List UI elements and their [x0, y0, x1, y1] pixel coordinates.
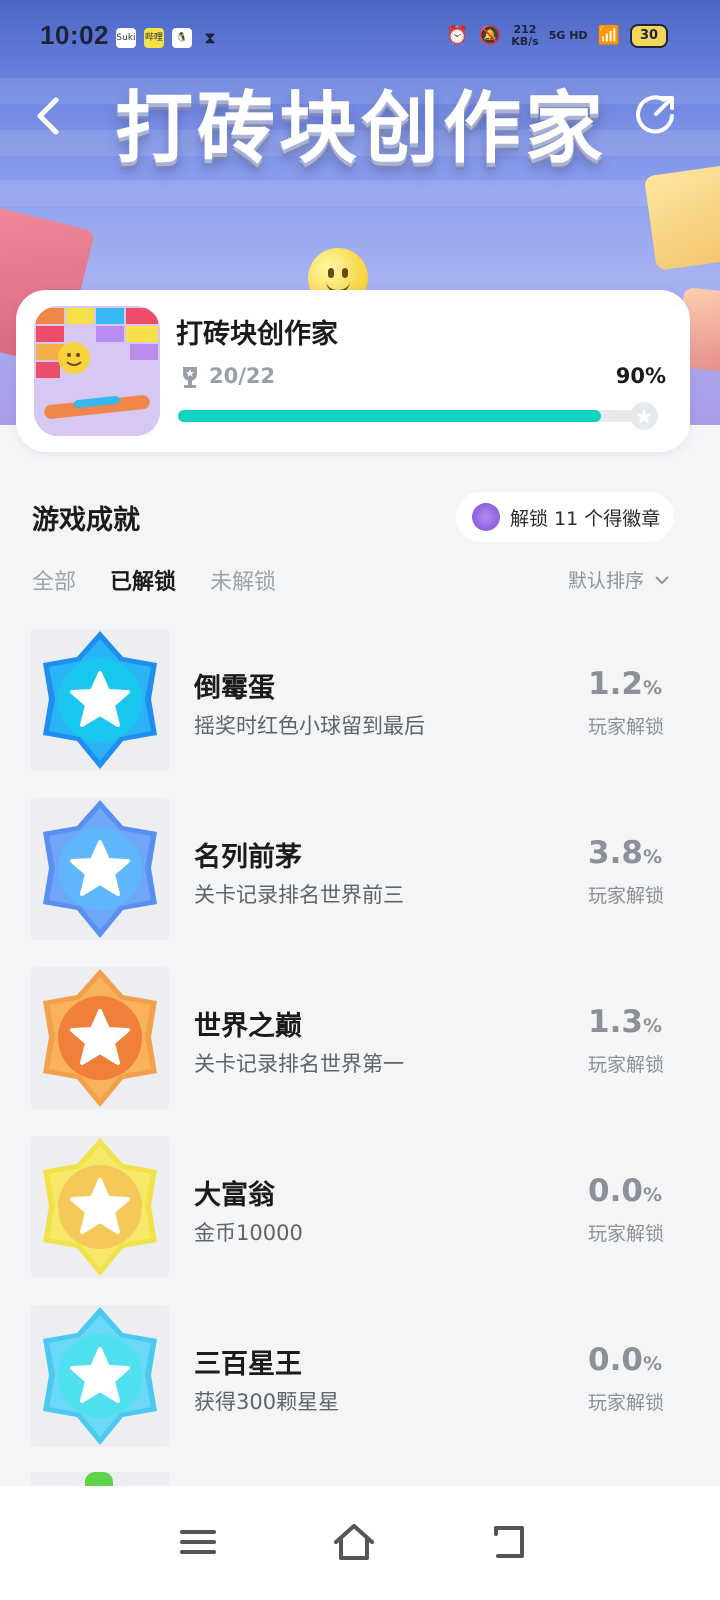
status-bar: 10:02 Suki 哔哩 🐧 ⧗ ⏰ 🔕 212 KB/s 5G HD 📶 30	[0, 0, 720, 74]
game-name: 打砖块创作家	[176, 319, 338, 350]
back-icon[interactable]	[488, 1520, 532, 1564]
page-title: 打砖块创作家	[114, 84, 607, 174]
progress-bar	[178, 410, 648, 422]
achievement-list: 倒霉蛋 摇奖时红色小球留到最后 1.2% 玩家解锁 名列前茅 关卡记录排名世界前…	[0, 628, 720, 1473]
achievement-badge	[31, 967, 169, 1109]
progress-end-marker	[630, 402, 658, 430]
badge-icon	[472, 503, 500, 531]
achievement-rate-label: 玩家解锁	[587, 1054, 664, 1076]
achievement-rate-label: 玩家解锁	[587, 716, 664, 738]
alarm-icon: ⏰	[446, 25, 469, 46]
achievement-item[interactable]: 名列前茅 关卡记录排名世界前三 3.8% 玩家解锁	[0, 797, 720, 966]
star-badge-icon	[43, 1138, 157, 1276]
battery-icon: 30	[630, 24, 668, 48]
achievement-name: 倒霉蛋	[194, 673, 275, 704]
achievement-badge	[31, 629, 169, 771]
home-icon[interactable]	[332, 1520, 376, 1564]
star-badge-icon	[43, 800, 157, 938]
achievement-rate: 1.2%	[588, 666, 662, 702]
achievement-item[interactable]: 倒霉蛋 摇奖时红色小球留到最后 1.2% 玩家解锁	[0, 628, 720, 797]
sort-label: 默认排序	[568, 570, 645, 592]
star-badge-icon	[43, 969, 157, 1107]
achievement-desc: 金币10000	[194, 1221, 303, 1245]
achievement-rate: 3.8%	[588, 835, 662, 871]
tab-locked[interactable]: 未解锁	[210, 564, 276, 596]
achievement-rate-label: 玩家解锁	[587, 885, 664, 907]
network-type: 5G HD	[548, 29, 588, 42]
achievement-item[interactable]: 大富翁 金币10000 0.0% 玩家解锁	[0, 1135, 720, 1304]
decor-cube-right	[643, 164, 720, 271]
unlock-hint-text: 解锁 11 个得徽章	[510, 507, 661, 530]
next-achievement-peek	[31, 1472, 169, 1486]
star-badge-icon	[43, 1307, 157, 1445]
menu-icon[interactable]	[176, 1520, 220, 1564]
achievement-desc: 关卡记录排名世界第一	[194, 1052, 404, 1076]
achievement-name: 名列前茅	[194, 842, 302, 873]
game-app-icon	[34, 306, 160, 436]
status-right: ⏰ 🔕 212 KB/s 5G HD 📶 30	[446, 24, 668, 48]
achievement-rate-label: 玩家解锁	[587, 1223, 664, 1245]
game-progress-card[interactable]: 打砖块创作家 20/22 90%	[16, 290, 690, 452]
chevron-down-icon	[655, 575, 669, 584]
achievement-name: 大富翁	[194, 1180, 275, 1211]
net-speed: 212 KB/s	[511, 23, 539, 48]
achievement-badge	[31, 1305, 169, 1447]
suki-app-icon: Suki	[116, 28, 136, 48]
star-badge-icon	[43, 631, 157, 769]
achievement-badge	[31, 1136, 169, 1278]
achievement-tabs: 全部 已解锁 未解锁	[32, 564, 276, 596]
status-app-icons: Suki 哔哩 🐧 ⧗	[116, 28, 220, 48]
bilibili-app-icon: 哔哩	[144, 28, 164, 48]
achievement-percent: 90%	[615, 364, 666, 388]
achievement-name: 世界之巅	[194, 1011, 302, 1042]
progress-bar-fill	[178, 410, 601, 422]
hourglass-icon: ⧗	[204, 28, 216, 47]
qq-app-icon: 🐧	[172, 28, 192, 48]
status-time: 10:02	[40, 20, 109, 50]
unlock-badge-hint[interactable]: 解锁 11 个得徽章	[456, 492, 674, 542]
achievement-count: 20/22	[209, 364, 276, 388]
tab-unlocked[interactable]: 已解锁	[110, 564, 176, 596]
sort-dropdown[interactable]: 默认排序	[568, 566, 670, 593]
achievement-name: 三百星王	[194, 1349, 302, 1380]
achievement-desc: 摇奖时红色小球留到最后	[194, 714, 425, 738]
mute-icon: 🔕	[478, 25, 502, 46]
achievement-rate: 0.0%	[588, 1173, 662, 1209]
achievement-desc: 关卡记录排名世界前三	[194, 883, 404, 907]
achievement-badge	[31, 798, 169, 940]
achievement-item[interactable]: 世界之巅 关卡记录排名世界第一 1.3% 玩家解锁	[0, 966, 720, 1135]
wifi-icon: 📶	[597, 25, 620, 46]
trophy-icon	[183, 367, 197, 388]
share-icon[interactable]	[634, 92, 678, 136]
achievement-desc: 获得300颗星星	[194, 1390, 340, 1414]
achievement-rate: 1.3%	[588, 1004, 662, 1040]
achievement-item[interactable]: 三百星王 获得300颗星星 0.0% 玩家解锁	[0, 1304, 720, 1473]
achievement-rate-label: 玩家解锁	[587, 1392, 664, 1414]
achievements-title: 游戏成就	[32, 505, 140, 536]
achievement-rate: 0.0%	[588, 1342, 662, 1378]
system-nav-bar	[0, 1486, 720, 1600]
tab-all[interactable]: 全部	[32, 564, 76, 596]
chevron-left-icon[interactable]	[30, 92, 70, 140]
